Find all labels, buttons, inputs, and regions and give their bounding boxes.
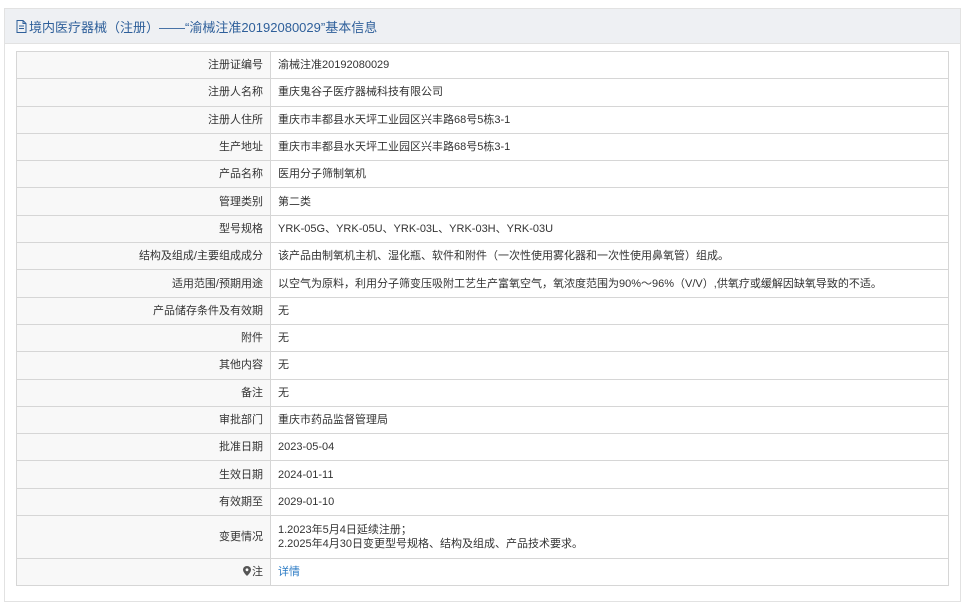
table-row: 批准日期 2023-05-04 [16, 433, 949, 462]
table-row: 结构及组成/主要组成成分 该产品由制氧机主机、湿化瓶、软件和附件（一次性使用雾化器… [16, 242, 949, 271]
table-row: 生效日期 2024-01-11 [16, 460, 949, 489]
row-label: 注册证编号 [16, 50, 271, 80]
change-line-2: 2.2025年4月30日变更型号规格、结构及组成、产品技术要求。 [278, 538, 583, 551]
table-row: 其他内容无 [16, 351, 949, 380]
row-value: 医用分子筛制氧机 [270, 160, 949, 189]
page-title: 境内医疗器械（注册）——“渝械注准20192080029”基本信息 [29, 19, 378, 35]
row-value: 无 [270, 351, 949, 380]
row-value: 详情 [270, 558, 949, 587]
table-row: 型号规格 YRK-05G、YRK-05U、YRK-03L、YRK-03H、YRK-… [16, 214, 949, 244]
table-row-note: 注 详情 [16, 558, 949, 587]
row-value: 第二类 [270, 187, 949, 216]
row-value: 1.2023年5月4日延续注册； 2.2025年4月30日变更型号规格、结构及组… [270, 515, 949, 560]
note-label: 注 [252, 566, 263, 579]
row-label: 产品储存条件及有效期 [16, 296, 271, 325]
row-value: 重庆鬼谷子医疗器械科技有限公司 [270, 78, 949, 107]
table-row: 注册人住所 重庆市丰都县水天坪工业园区兴丰路68号5栋3-1 [16, 105, 949, 134]
row-label: 注册人名称 [16, 78, 271, 107]
row-value: 重庆市丰都县水天坪工业园区兴丰路68号5栋3-1 [270, 132, 949, 162]
row-value: 2023-05-04 [270, 433, 949, 462]
row-value: 渝械注准20192080029 [270, 50, 949, 80]
row-label: 其他内容 [16, 351, 271, 380]
table-row: 适用范围/预期用途 以空气为原料，利用分子筛变压吸附工艺生产富氧空气，氧浓度范围为… [16, 269, 949, 298]
table-row: 有效期至 2029-01-10 [16, 487, 949, 517]
row-label: 型号规格 [16, 214, 271, 244]
info-table-footer: 变更情况 1.2023年5月4日延续注册； 2.2025年4月30日变更型号规格… [16, 515, 949, 587]
row-label: 注 [16, 558, 271, 587]
row-value: 重庆市药品监督管理局 [270, 405, 949, 435]
info-table: 注册证编号 渝械注准20192080029 注册人名称 重庆鬼谷子医疗器械科技有限公司… [16, 50, 949, 587]
row-label: 附件 [16, 323, 271, 353]
info-table-body: 注册证编号 渝械注准20192080029 注册人名称 重庆鬼谷子医疗器械科技有限公司… [16, 50, 949, 517]
map-pin-icon [243, 566, 251, 577]
table-row: 产品储存条件及有效期无 [16, 296, 949, 325]
details-link[interactable]: 详情 [278, 566, 300, 578]
table-row: 生产地址 重庆市丰都县水天坪工业园区兴丰路68号5栋3-1 [16, 132, 949, 162]
table-row: 注册人名称 重庆鬼谷子医疗器械科技有限公司 [16, 78, 949, 107]
row-value: YRK-05G、YRK-05U、YRK-03L、YRK-03H、YRK-03U [270, 214, 949, 244]
row-value: 2029-01-10 [270, 487, 949, 517]
table-row: 备注无 [16, 378, 949, 407]
row-label: 适用范围/预期用途 [16, 269, 271, 298]
row-value: 2024-01-11 [270, 460, 949, 489]
table-row: 审批部门 重庆市药品监督管理局 [16, 405, 949, 435]
table-row: 注册证编号 渝械注准20192080029 [16, 50, 949, 80]
row-value: 无 [270, 296, 949, 325]
row-label: 产品名称 [16, 160, 271, 189]
panel-header: 境内医疗器械（注册）——“渝械注准20192080029”基本信息 [5, 9, 960, 44]
row-label: 审批部门 [16, 405, 271, 435]
document-icon [16, 19, 27, 33]
row-label: 批准日期 [16, 433, 271, 462]
row-label: 生效日期 [16, 460, 271, 489]
change-line-1: 1.2023年5月4日延续注册； [278, 524, 412, 537]
table-row: 附件无 [16, 323, 949, 353]
row-label: 生产地址 [16, 132, 271, 162]
row-label: 结构及组成/主要组成成分 [16, 242, 271, 271]
table-row: 产品名称 医用分子筛制氧机 [16, 160, 949, 189]
row-label: 变更情况 [16, 515, 271, 560]
row-label: 备注 [16, 378, 271, 407]
table-row: 管理类别 第二类 [16, 187, 949, 216]
row-value: 重庆市丰都县水天坪工业园区兴丰路68号5栋3-1 [270, 105, 949, 134]
row-value: 以空气为原料，利用分子筛变压吸附工艺生产富氧空气，氧浓度范围为90%～96%（V… [270, 269, 949, 298]
row-value: 无 [270, 378, 949, 407]
row-value: 该产品由制氧机主机、湿化瓶、软件和附件（一次性使用雾化器和一次性使用鼻氧管）组成… [270, 242, 949, 271]
row-label: 有效期至 [16, 487, 271, 517]
info-panel: 境内医疗器械（注册）——“渝械注准20192080029”基本信息 注册证编号渝… [4, 8, 961, 602]
row-value: 无 [270, 323, 949, 353]
row-label: 管理类别 [16, 187, 271, 216]
table-row-changes: 变更情况 1.2023年5月4日延续注册； 2.2025年4月30日变更型号规格… [16, 515, 949, 560]
row-label: 注册人住所 [16, 105, 271, 134]
